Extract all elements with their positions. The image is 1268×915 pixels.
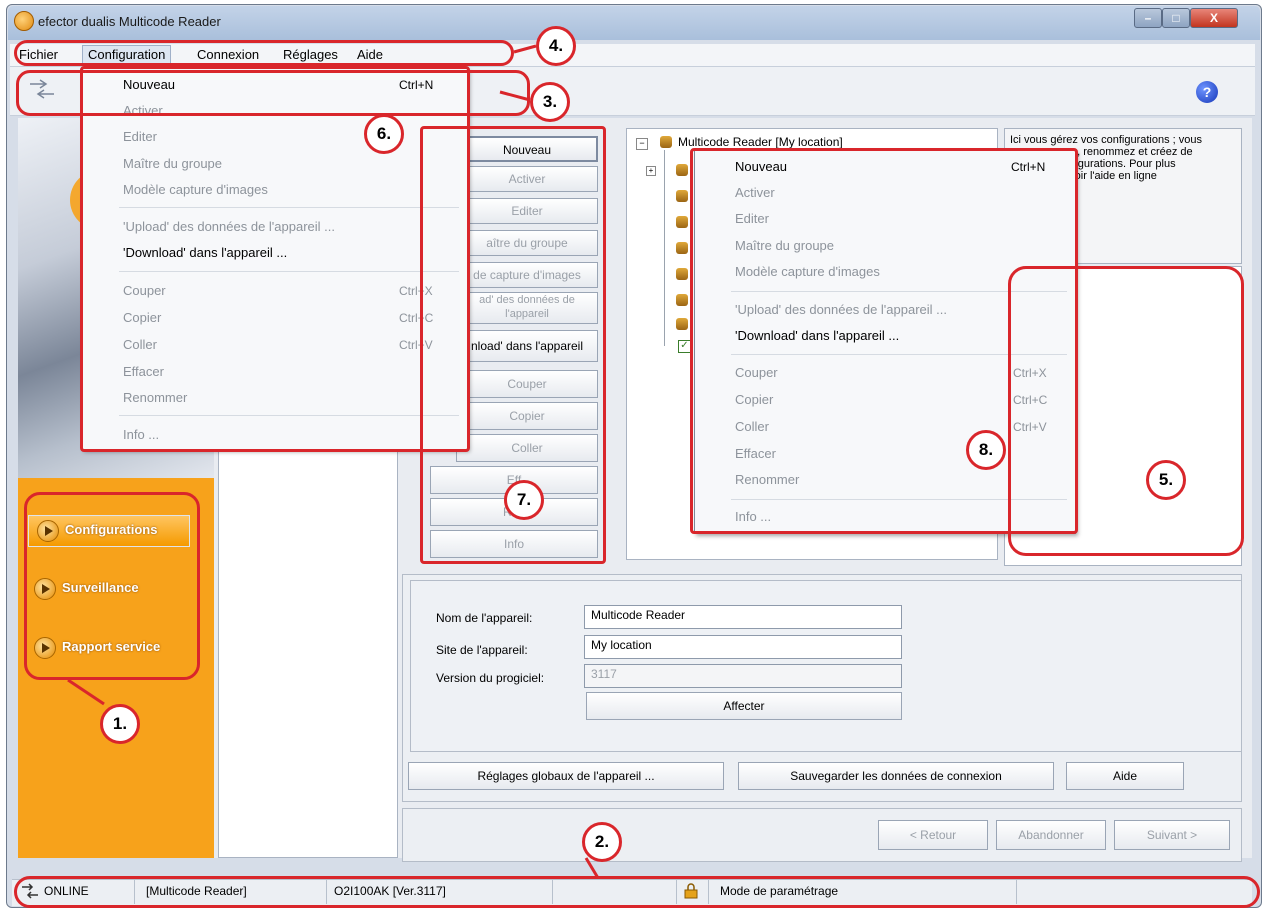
annotation-badge-3: 3.	[530, 82, 570, 122]
annotation-badge-5: 5.	[1146, 460, 1186, 500]
annotation-connectors	[67, 44, 600, 879]
annotation-badge-8: 8.	[966, 430, 1006, 470]
annotation-badge-6: 6.	[364, 114, 404, 154]
annotation-badge-7: 7.	[504, 480, 544, 520]
annotation-badge-4: 4.	[536, 26, 576, 66]
annotation-badge-2: 2.	[582, 822, 622, 862]
annotation-badge-1: 1.	[100, 704, 140, 744]
